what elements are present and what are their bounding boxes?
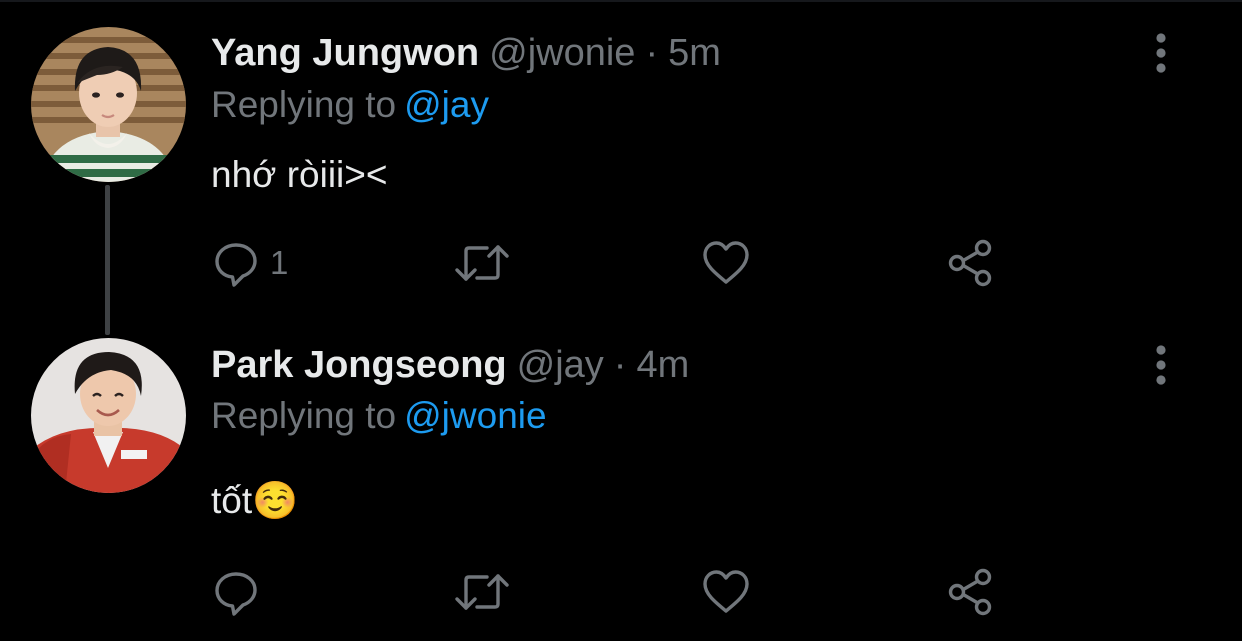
more-options-button[interactable] (1145, 343, 1177, 387)
user-handle[interactable]: @jay (517, 344, 604, 386)
tweet-text: tốt☺️ (211, 480, 299, 521)
more-vertical-icon (1156, 345, 1166, 385)
display-name[interactable]: Yang Jungwon (211, 32, 479, 74)
retweet-button[interactable] (454, 237, 520, 289)
share-icon (948, 239, 992, 287)
share-button[interactable] (946, 237, 996, 289)
reply-button[interactable] (212, 566, 270, 618)
thread-connector-line (105, 185, 110, 335)
reply-button[interactable]: 1 (212, 237, 288, 289)
tweet-text: nhớ ròiii>< (211, 154, 388, 195)
separator-dot: · (613, 344, 627, 386)
tweet[interactable]: Park Jongseong @jay · 4m Replying to @jwonie… (0, 318, 1242, 641)
reply-bubble-icon (215, 572, 257, 616)
avatar[interactable] (31, 338, 186, 493)
like-button[interactable] (701, 566, 761, 618)
replying-to-mention[interactable]: @jay (404, 84, 489, 125)
tweet-header: Yang Jungwon @jwonie · 5m (211, 30, 721, 76)
heart-icon (703, 241, 749, 284)
retweet-icon (455, 245, 509, 281)
tweet-header: Park Jongseong @jay · 4m (211, 342, 689, 388)
avatar-photo-jongseong (31, 338, 186, 493)
like-button[interactable] (701, 237, 761, 289)
display-name[interactable]: Park Jongseong (211, 344, 507, 386)
share-button[interactable] (946, 566, 996, 618)
timestamp[interactable]: 5m (668, 32, 721, 74)
tweet[interactable]: Yang Jungwon @jwonie · 5m Replying to @jay n… (0, 0, 1242, 335)
replying-to-mention[interactable]: @jwonie (404, 395, 546, 436)
retweet-icon (455, 574, 509, 610)
more-options-button[interactable] (1145, 31, 1177, 75)
timestamp[interactable]: 4m (636, 344, 689, 386)
retweet-button[interactable] (454, 566, 520, 618)
separator-dot: · (645, 32, 659, 74)
replying-to-line: Replying to @jay (211, 82, 489, 128)
replying-to-line: Replying to @jwonie (211, 393, 547, 439)
heart-icon (703, 570, 749, 613)
avatar[interactable] (31, 27, 186, 182)
share-icon (948, 568, 992, 616)
user-handle[interactable]: @jwonie (489, 32, 635, 74)
avatar-photo-jungwon (31, 27, 186, 182)
replying-to-prefix: Replying to (211, 84, 397, 125)
reply-bubble-icon (215, 243, 257, 287)
reply-count: 1 (270, 244, 289, 281)
more-vertical-icon (1156, 33, 1166, 73)
replying-to-prefix: Replying to (211, 395, 397, 436)
